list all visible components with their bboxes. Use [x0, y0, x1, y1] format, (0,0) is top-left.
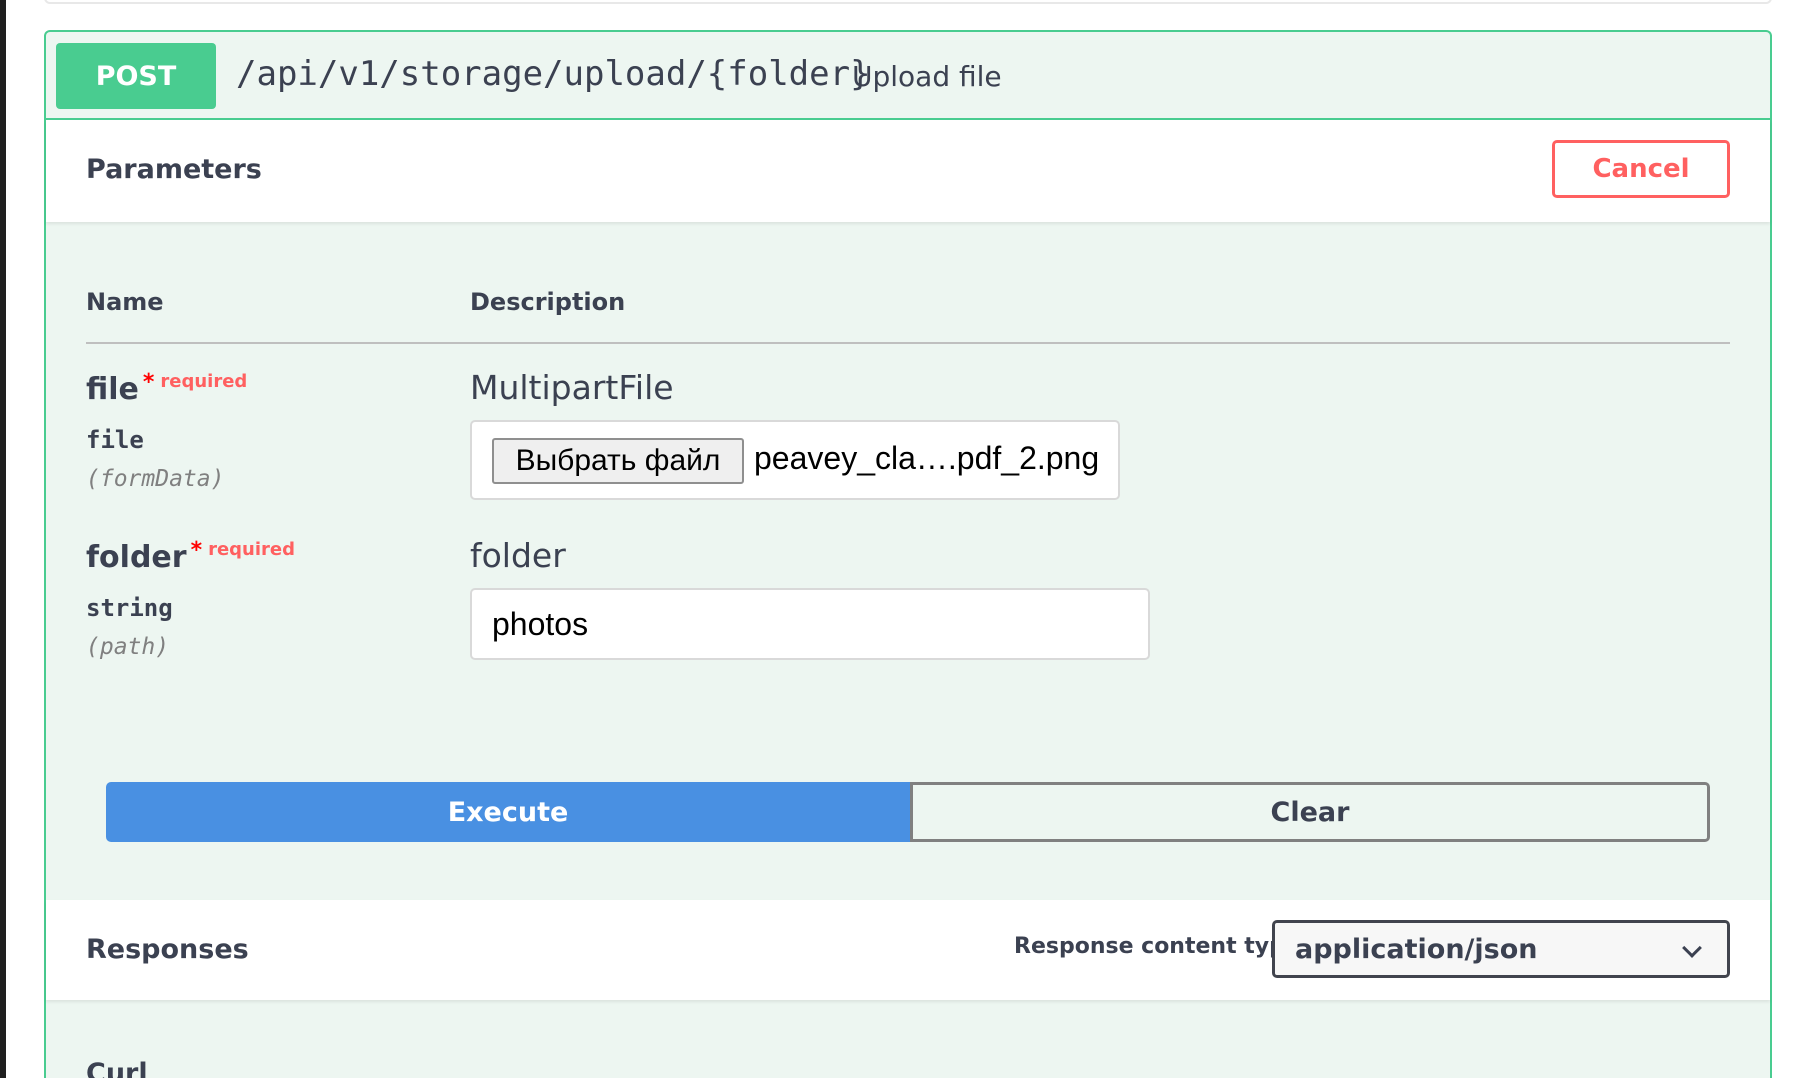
param-description-file: MultipartFile	[470, 368, 674, 407]
choose-file-button[interactable]: Выбрать файл	[492, 438, 744, 484]
required-label: required	[208, 539, 296, 560]
param-name-folder: folder * required	[86, 538, 296, 575]
operation-summary-text: Upload file	[852, 60, 1002, 93]
operation-path: /api/v1/storage/upload/{folder}	[236, 54, 871, 94]
required-label: required	[160, 371, 248, 392]
column-header-name: Name	[86, 288, 164, 316]
window-edge	[0, 0, 6, 1078]
parameters-header: Parameters Cancel	[46, 120, 1770, 222]
response-content-type-select[interactable]: application/json	[1272, 920, 1730, 978]
header-divider	[86, 342, 1730, 344]
param-location-folder: (path)	[86, 634, 170, 660]
required-star: *	[190, 538, 203, 563]
param-name-text: folder	[86, 540, 187, 575]
param-type-folder: string	[86, 594, 173, 622]
operation-summary[interactable]: POST /api/v1/storage/upload/{folder} Upl…	[46, 32, 1770, 120]
method-badge: POST	[56, 43, 216, 109]
response-content-type-label: Response content type	[1014, 934, 1300, 959]
execute-button[interactable]: Execute	[106, 782, 910, 842]
execute-button-group: Execute Clear	[106, 782, 1710, 842]
param-description-folder: folder	[470, 536, 566, 575]
responses-header: Responses Response content type applicat…	[46, 900, 1770, 1000]
cancel-button[interactable]: Cancel	[1552, 140, 1730, 198]
param-location-file: (formData)	[86, 466, 225, 492]
file-input[interactable]: Выбрать файл peavey_cla….pdf_2.png	[470, 420, 1120, 500]
selected-content-type: application/json	[1295, 933, 1538, 965]
curl-title: Curl	[86, 1058, 148, 1078]
parameters-title: Parameters	[86, 154, 262, 185]
selected-file-name: peavey_cla….pdf_2.png	[754, 440, 1100, 476]
column-header-description: Description	[470, 288, 626, 316]
chevron-down-icon	[1682, 938, 1702, 958]
param-name-text: file	[86, 372, 139, 407]
operation-block-post: POST /api/v1/storage/upload/{folder} Upl…	[44, 30, 1772, 1078]
responses-title: Responses	[86, 934, 249, 965]
previous-operation-block	[44, 0, 1772, 4]
required-star: *	[142, 370, 155, 395]
folder-input[interactable]: photos	[470, 588, 1150, 660]
clear-button[interactable]: Clear	[910, 782, 1710, 842]
param-type-file: file	[86, 426, 144, 454]
param-name-file: file * required	[86, 370, 248, 407]
